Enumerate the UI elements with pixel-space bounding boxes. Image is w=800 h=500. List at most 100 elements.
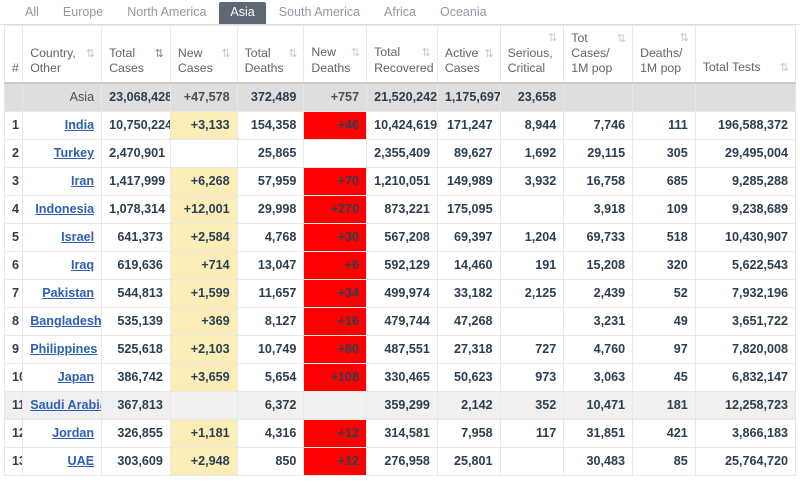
tab-asia[interactable]: Asia: [219, 2, 266, 24]
country-link[interactable]: Bangladesh: [30, 314, 100, 328]
country-link[interactable]: UAE: [68, 454, 95, 468]
cell-new-cases: +47,578: [169, 82, 238, 112]
country-link[interactable]: Iraq: [71, 258, 94, 272]
cell-serious-critical: 727: [499, 334, 565, 364]
cell-total-recovered: 479,744: [366, 306, 438, 336]
cell-index: 4: [3, 194, 24, 224]
cell-new-deaths: +70: [303, 166, 368, 196]
cell-country: India: [22, 110, 103, 140]
cell-new-deaths: +34: [303, 278, 368, 308]
tab-all[interactable]: All: [14, 2, 50, 24]
tab-africa[interactable]: Africa: [373, 2, 427, 24]
cell-total-deaths: 13,047: [236, 250, 305, 280]
country-link[interactable]: Iran: [71, 174, 94, 188]
cell-total-deaths: 154,358: [236, 110, 305, 140]
cell-new-cases: +12,001: [169, 194, 238, 224]
cell-total-recovered: 330,465: [366, 362, 438, 392]
sort-icon: ⇅: [85, 48, 95, 60]
cell-new-cases: +3,133: [169, 110, 238, 140]
cell-active-cases: 47,268: [436, 306, 501, 336]
cell-total-recovered: 276,958: [366, 446, 438, 476]
column-header-total-deaths[interactable]: ⇅ Total Deaths: [236, 25, 305, 84]
country-link[interactable]: Saudi Arabia: [30, 398, 100, 412]
sort-icon: ⇅: [350, 47, 360, 59]
continent-tab-bar: All Europe North America Asia South America A…: [0, 0, 800, 25]
column-header-new-deaths[interactable]: ⇅ New Deaths: [303, 25, 368, 84]
cell-total-cases: 23,068,428: [101, 82, 171, 112]
country-link[interactable]: Pakistan: [42, 286, 94, 300]
table-header: # ⇅ Country, Other ⇅ Total Cases ⇅ New Cases ⇅ T…: [3, 25, 797, 84]
country-link[interactable]: Turkey: [54, 146, 94, 160]
cell-country: Philippines: [22, 334, 103, 364]
tab-north-america[interactable]: North America: [116, 2, 217, 24]
cell-total-tests: 5,622,543: [694, 250, 797, 280]
cell-deaths-per-1m: 421: [632, 418, 696, 448]
cell-new-deaths: +46: [303, 110, 368, 140]
cell-index: 12: [3, 418, 24, 448]
column-header-total-tests[interactable]: ⇅ Total Tests: [694, 25, 797, 84]
cell-active-cases: 27,318: [436, 334, 501, 364]
cell-serious-critical: 23,658: [499, 82, 565, 112]
table-row: 7 Pakistan 544,813 +1,599 11,657 +34 499,974 33…: [3, 278, 797, 308]
cell-deaths-per-1m: 305: [632, 138, 696, 168]
cell-index: 6: [3, 250, 24, 280]
cell-tot-cases-per-1m: 29,115: [563, 138, 634, 168]
cell-deaths-per-1m: 320: [632, 250, 696, 280]
country-link[interactable]: India: [65, 118, 94, 132]
cell-new-deaths: +12: [303, 418, 368, 448]
sort-icon: ⇅: [484, 48, 493, 60]
cell-new-cases: +1,181: [169, 418, 238, 448]
cell-total-cases: 1,417,999: [101, 166, 171, 196]
column-header-new-cases[interactable]: ⇅ New Cases: [169, 25, 238, 84]
cell-country: Asia: [22, 82, 103, 112]
cell-country: Pakistan: [22, 278, 103, 308]
column-header-total-recovered[interactable]: ⇅ Total Recovered: [366, 25, 438, 84]
tab-south-america[interactable]: South America: [268, 2, 371, 24]
column-header-country-other[interactable]: ⇅ Country, Other: [22, 25, 103, 84]
sort-icon: ⇅: [288, 48, 297, 60]
column-header-deaths-1m-pop[interactable]: ⇅ Deaths/ 1M pop: [632, 25, 696, 84]
country-link[interactable]: Indonesia: [35, 202, 94, 216]
country-link[interactable]: Israel: [61, 230, 94, 244]
cell-total-recovered: 873,221: [366, 194, 438, 224]
cell-total-tests: 6,832,147: [694, 362, 797, 392]
cell-total-cases: 10,750,224: [101, 110, 171, 140]
column-header-total-cases[interactable]: ⇅ Total Cases: [101, 25, 171, 84]
cell-tot-cases-per-1m: 2,439: [563, 278, 634, 308]
cell-new-cases: [169, 390, 238, 420]
column-header-active-cases[interactable]: ⇅ Active Cases: [436, 25, 501, 84]
tab-oceania[interactable]: Oceania: [429, 2, 498, 24]
country-link[interactable]: Philippines: [30, 342, 97, 356]
table-row: 5 Israel 641,373 +2,584 4,768 +30 567,208 69,39…: [3, 222, 797, 252]
cell-tot-cases-per-1m: [563, 82, 634, 112]
cell-total-cases: 367,813: [101, 390, 171, 420]
column-header-serious-critical[interactable]: ⇅ Serious, Critical: [499, 25, 565, 84]
cell-tot-cases-per-1m: 10,471: [563, 390, 634, 420]
tab-europe[interactable]: Europe: [52, 2, 114, 24]
column-header-index[interactable]: #: [3, 25, 24, 84]
cell-serious-critical: [499, 446, 565, 476]
table-row: 13 UAE 303,609+2,948850+12276,95825,801 30,…: [3, 446, 797, 476]
cell-total-cases: 544,813: [101, 278, 171, 308]
table-row: 3 Iran 1,417,999 +6,268 57,959 +70 1,210,051 14…: [3, 166, 797, 196]
cell-active-cases: 1,175,697: [436, 82, 501, 112]
country-link[interactable]: Jordan: [52, 426, 94, 440]
cell-total-cases: 535,139: [101, 306, 171, 336]
cell-new-cases: +2,948: [169, 446, 238, 476]
cell-index: 9: [3, 334, 24, 364]
cell-total-recovered: 314,581: [366, 418, 438, 448]
cell-active-cases: 89,627: [436, 138, 501, 168]
sort-icon: ⇅: [548, 32, 557, 44]
cell-active-cases: 33,182: [436, 278, 501, 308]
table-header-row: # ⇅ Country, Other ⇅ Total Cases ⇅ New Cases ⇅ T…: [3, 25, 797, 84]
cell-country: Iraq: [22, 250, 103, 280]
cell-active-cases: 14,460: [436, 250, 501, 280]
column-header-tot-cases-1m-pop[interactable]: ⇅ Tot Cases/ 1M pop: [563, 25, 634, 84]
table-row: 4 Indonesia 1,078,314 +12,001 29,998 +270 873,…: [3, 194, 797, 224]
table-row: 6 Iraq 619,636 +714 13,047 +6 592,129 14,460 191…: [3, 250, 797, 280]
cell-total-cases: 326,855: [101, 418, 171, 448]
cell-total-tests: 7,932,196: [694, 278, 797, 308]
sort-icon: ⇅: [616, 33, 626, 45]
country-link[interactable]: Japan: [58, 370, 94, 384]
cell-tot-cases-per-1m: 3,231: [563, 306, 634, 336]
